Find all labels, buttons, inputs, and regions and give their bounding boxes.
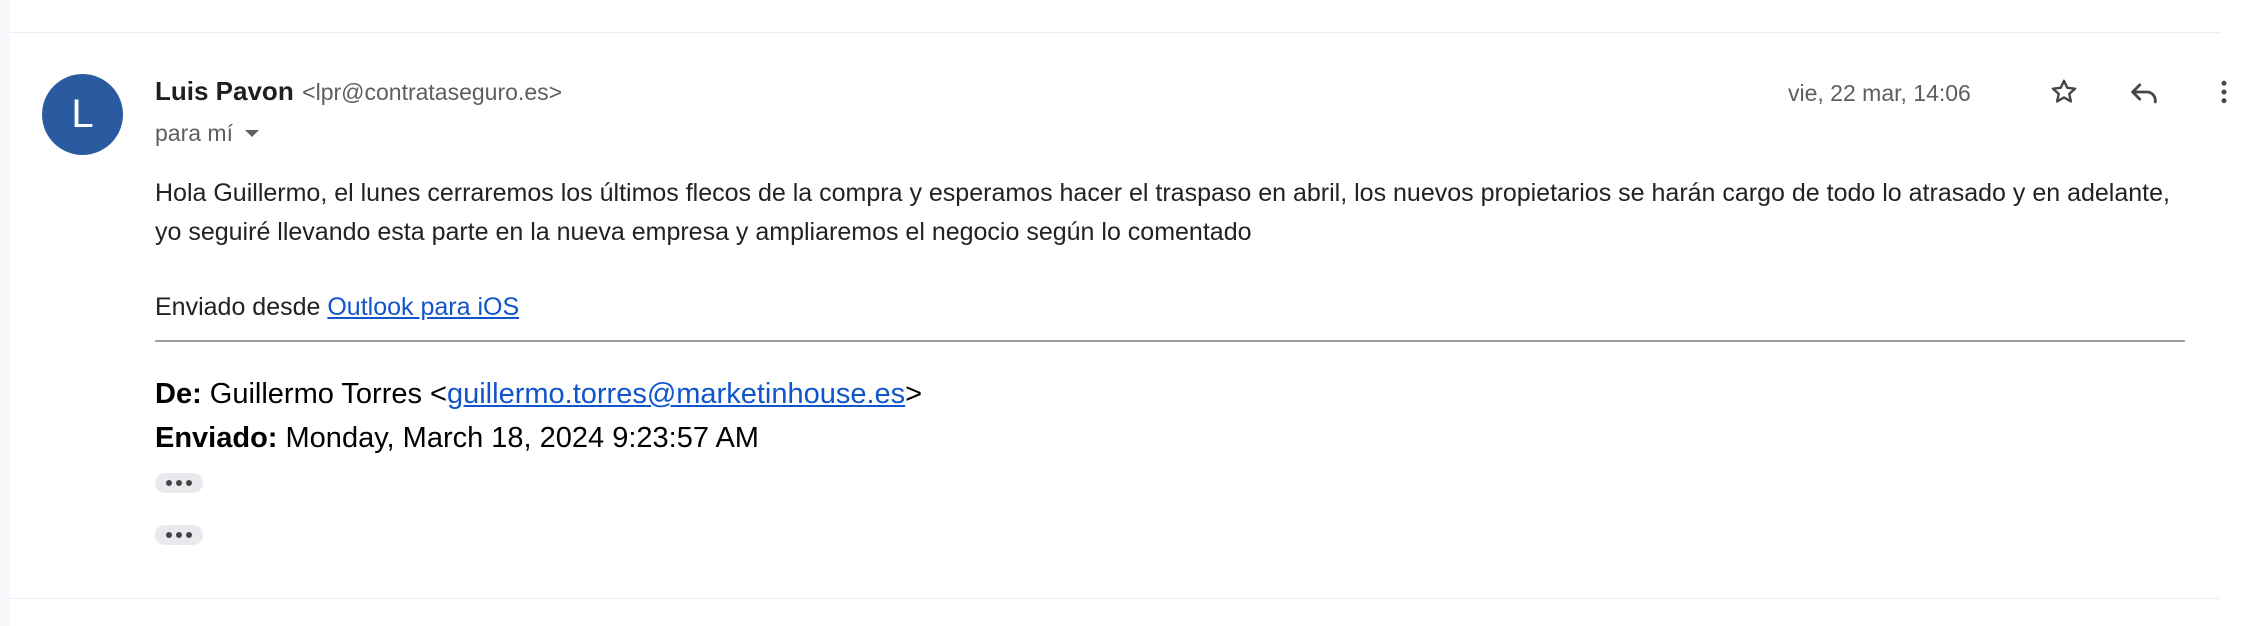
recipient-label: para mí: [155, 120, 233, 146]
show-trimmed-content-button-2[interactable]: [155, 525, 203, 545]
dot-icon: [186, 532, 192, 538]
dot-icon: [186, 480, 192, 486]
message-body: Hola Guillermo, el lunes cerraremos los …: [155, 179, 2170, 246]
recipient-details-toggle[interactable]: para mí: [155, 120, 259, 147]
star-icon: [2051, 79, 2077, 103]
outlook-ios-link[interactable]: Outlook para iOS: [327, 293, 519, 321]
dot-icon: [176, 480, 182, 486]
sender-email: <lpr@contrataseguro.es>: [302, 79, 563, 105]
more-vert-icon: [2221, 80, 2227, 104]
more-options-button[interactable]: [2204, 72, 2244, 112]
left-panel-edge: [0, 0, 10, 626]
sender-name[interactable]: Luis Pavon: [155, 76, 294, 106]
reply-icon: [2131, 83, 2157, 104]
star-button[interactable]: [2044, 72, 2084, 112]
quoted-sent-label: Enviado:: [155, 422, 278, 454]
chevron-down-icon: [244, 130, 259, 137]
sender-line: Luis Pavon <lpr@contrataseguro.es>: [155, 76, 562, 107]
dot-icon: [166, 532, 172, 538]
quoted-from-row: De: Guillermo Torres <guillermo.torres@m…: [155, 378, 922, 411]
reply-button[interactable]: [2124, 72, 2164, 112]
sent-from-prefix: Enviado desde: [155, 293, 328, 321]
quoted-from-email-link[interactable]: guillermo.torres@marketinhouse.es: [447, 378, 905, 410]
quoted-from-name: Guillermo Torres <: [201, 378, 447, 410]
sent-from-line: Enviado desde Outlook para iOS: [155, 293, 519, 322]
quoted-sent-value: Monday, March 18, 2024 9:23:57 AM: [277, 422, 759, 454]
dot-icon: [166, 480, 172, 486]
quoted-sent-row: Enviado: Monday, March 18, 2024 9:23:57 …: [155, 422, 759, 455]
quoted-from-label: De:: [155, 378, 202, 410]
quote-divider: [155, 340, 2185, 342]
avatar-letter: L: [71, 92, 94, 136]
quoted-from-close: >: [905, 378, 923, 410]
avatar[interactable]: L: [42, 74, 123, 155]
bottom-divider: [10, 598, 2220, 599]
show-trimmed-content-button[interactable]: [155, 473, 203, 493]
dot-icon: [176, 532, 182, 538]
top-divider: [10, 32, 2220, 33]
message-date: vie, 22 mar, 14:06: [1788, 80, 1971, 106]
email-view: L Luis Pavon <lpr@contrataseguro.es> par…: [0, 0, 2256, 626]
